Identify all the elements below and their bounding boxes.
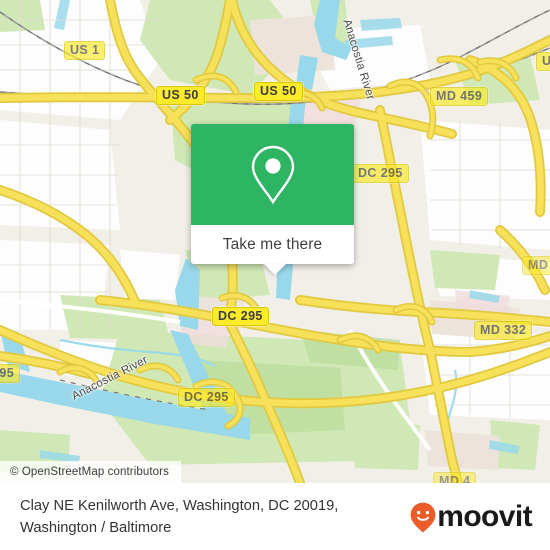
- take-me-there-label: Take me there: [222, 235, 323, 253]
- highway-shield-md332: MD 332: [474, 321, 533, 340]
- map-pin-icon: [249, 144, 297, 206]
- map-pin-glyph: [251, 145, 294, 204]
- take-me-there-button[interactable]: Take me there: [191, 225, 354, 264]
- location-popup[interactable]: Take me there: [191, 124, 354, 275]
- address-block: Clay NE Kenilworth Ave, Washington, DC 2…: [20, 495, 338, 539]
- address-line-1: Clay NE Kenilworth Ave, Washington, DC 2…: [20, 497, 339, 514]
- popup-tail: [264, 264, 286, 275]
- moovit-pin-glyph: [410, 502, 436, 533]
- highway-shield-md459: MD 459: [430, 87, 489, 106]
- map-canvas[interactable]: US 1 US 50 US 50 MD 459 U DC 295 MD 70 D…: [0, 0, 550, 483]
- moovit-pin-icon: [410, 502, 436, 533]
- address-line-2: Washington / Baltimore: [20, 519, 172, 536]
- screenshot-root: US 1 US 50 US 50 MD 459 U DC 295 MD 70 D…: [0, 0, 550, 550]
- map-attribution[interactable]: © OpenStreetMap contributors: [0, 461, 181, 483]
- attribution-text: © OpenStreetMap contributors: [10, 466, 169, 478]
- highway-shield-dc295-c: DC 295: [212, 307, 269, 326]
- popup-header: [191, 124, 354, 225]
- moovit-logo[interactable]: moovit: [410, 499, 533, 533]
- highway-shield-295-edge: 295: [0, 364, 21, 383]
- highway-shield-md4: MD 4: [433, 472, 477, 483]
- highway-shield-dc295-s: DC 295: [178, 388, 235, 407]
- highway-shield-us1: US 1: [64, 41, 106, 60]
- moovit-wordmark: moovit: [437, 499, 532, 533]
- highway-shield-md70: MD 70: [522, 256, 550, 275]
- highway-shield-dc295-ne: DC 295: [352, 164, 409, 183]
- highway-shield-us50-w: US 50: [156, 86, 205, 105]
- bottom-info-bar: Clay NE Kenilworth Ave, Washington, DC 2…: [0, 483, 550, 550]
- highway-shield-us50-e: US 50: [254, 82, 303, 101]
- highway-shield-us-edge: U: [536, 52, 550, 71]
